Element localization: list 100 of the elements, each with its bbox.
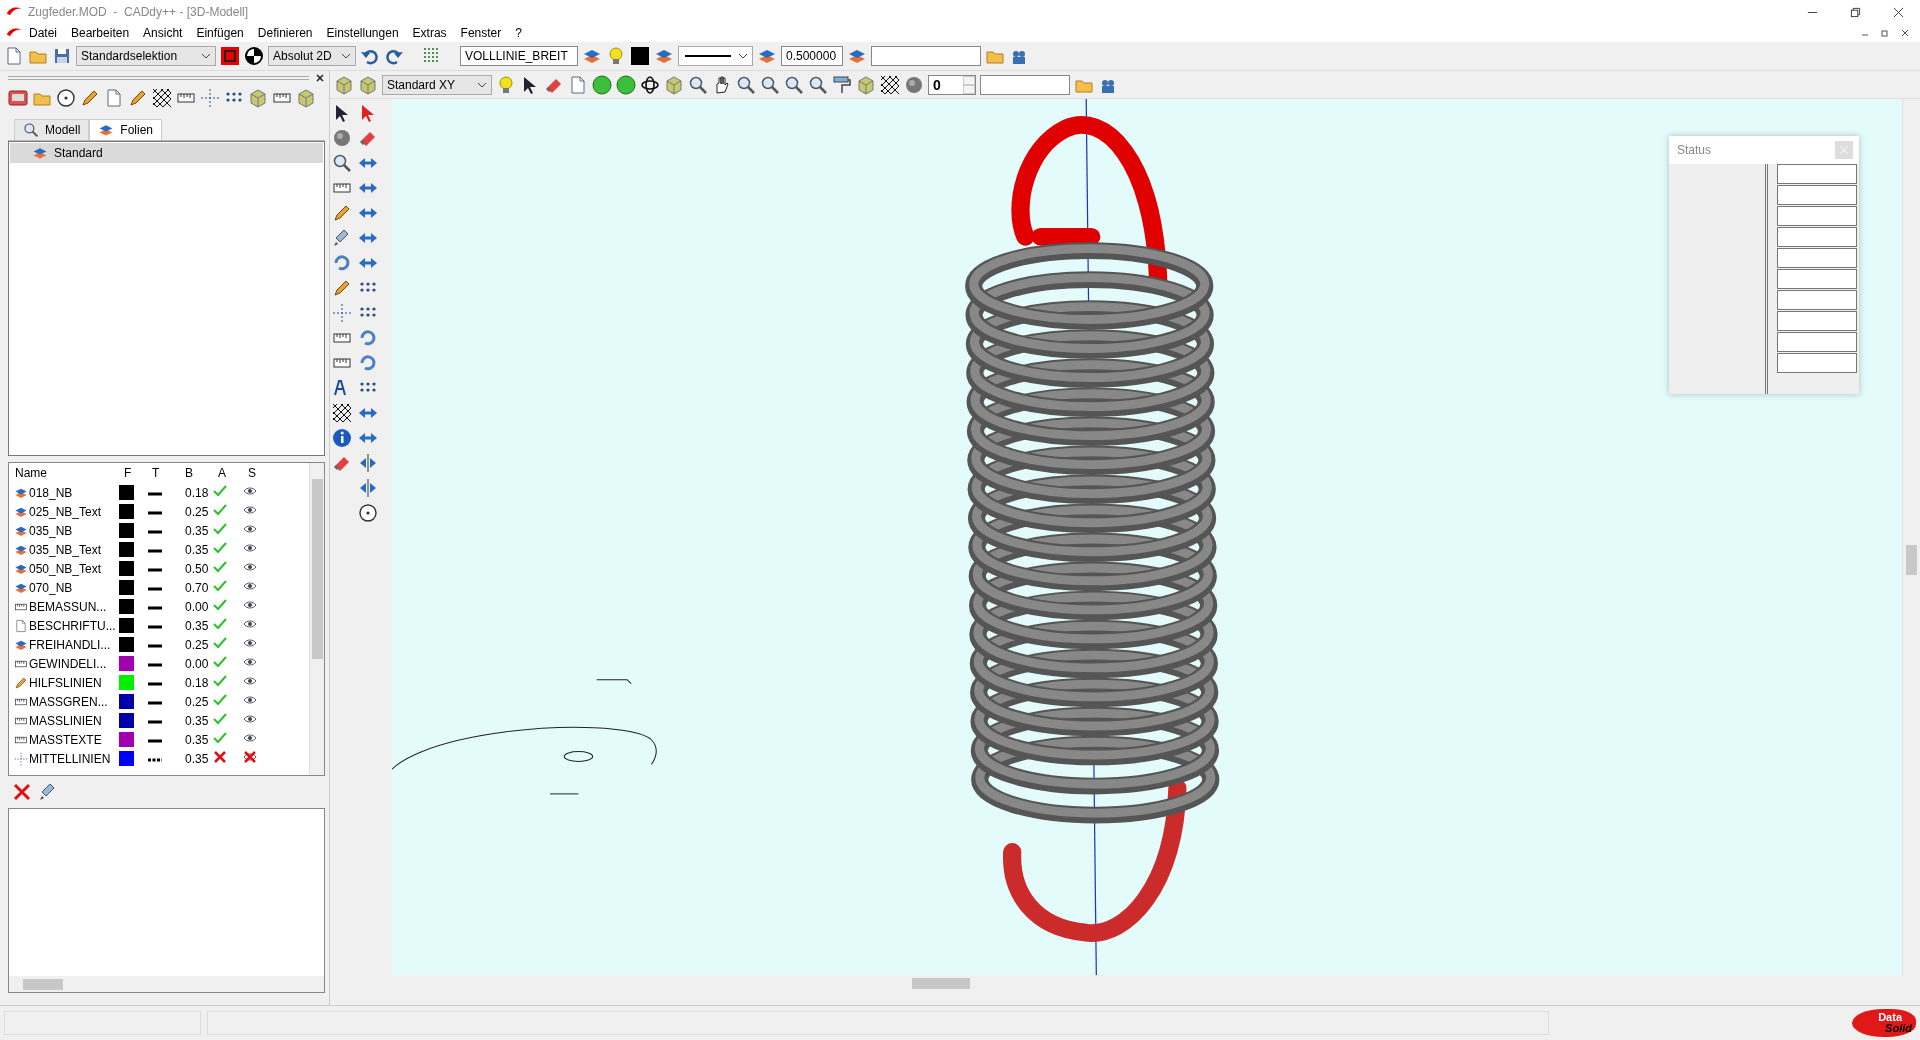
solid-line-icon[interactable] [147,528,163,535]
column-header[interactable]: Name [9,466,119,480]
counter-spinbox[interactable]: 0 [928,74,976,95]
mirror-icon[interactable] [358,478,378,498]
zoom-icon[interactable] [332,153,352,173]
pencil-icon[interactable] [332,278,352,298]
eye-icon[interactable] [243,541,257,555]
cube-icon[interactable] [664,74,684,95]
line-style-field[interactable]: VOLLLINIE_BREIT [460,46,578,66]
close-icon[interactable] [315,73,325,83]
menu-item[interactable]: ? [508,26,529,40]
panel-tab[interactable]: Modell [14,119,90,140]
eye-icon[interactable] [243,598,257,612]
color-swatch[interactable] [119,637,134,652]
layer-name[interactable]: MITTELLINIEN [29,751,111,766]
eye-icon[interactable] [243,655,257,669]
zoom-icon[interactable] [784,74,804,95]
solid-line-icon[interactable] [147,623,163,630]
paint-roller-icon[interactable] [832,74,852,95]
eye-icon[interactable] [243,579,257,593]
eye-icon[interactable] [243,522,257,536]
color-swatch-icon[interactable] [630,46,650,66]
dotted-line-icon[interactable] [147,756,163,763]
pencil-icon[interactable] [80,88,100,108]
solid-line-icon[interactable] [147,718,163,725]
lightbulb-icon[interactable] [606,46,626,66]
layer-name[interactable]: 025_NB_Text [29,504,102,519]
menu-item[interactable]: Datei [22,26,64,40]
zoom-icon[interactable] [736,74,756,95]
color-swatch[interactable] [119,694,134,709]
layer-name[interactable]: GEWINDELI... [29,656,107,671]
eye-icon[interactable] [243,484,257,498]
color-swatch[interactable] [119,713,134,728]
column-header[interactable]: F [119,466,147,480]
check-icon[interactable] [213,636,227,650]
solid-line-icon[interactable] [147,585,163,592]
solid-line-icon[interactable] [147,547,163,554]
close-icon[interactable] [1893,6,1904,18]
layer-name[interactable]: MASSLINIEN [29,713,102,728]
eye-icon[interactable] [243,636,257,650]
sphere-icon[interactable] [904,74,924,95]
tree-item[interactable]: Standard [10,143,323,163]
rotate-icon[interactable] [358,353,378,373]
lightbulb-icon[interactable] [496,74,516,95]
restore-icon[interactable] [1850,6,1861,18]
check-icon[interactable] [213,598,227,612]
menu-item[interactable]: Fenster [453,26,509,40]
color-swatch[interactable] [119,523,134,538]
rotate-icon[interactable] [332,253,352,273]
selection-mode-dropdown[interactable]: Standardselektion [76,46,216,66]
pencil-icon[interactable] [128,88,148,108]
cube-icon[interactable] [856,74,876,95]
check-icon[interactable] [213,693,227,707]
text-field[interactable] [871,46,981,66]
document-icon[interactable] [104,88,124,108]
target-icon[interactable] [56,88,76,108]
close-icon[interactable] [1900,28,1910,38]
color-swatch[interactable] [119,732,134,747]
color-swatch[interactable] [119,656,134,671]
layer-name[interactable]: BESCHRIFTU... [29,618,116,633]
eye-icon[interactable] [243,674,257,688]
mirror-icon[interactable] [358,453,378,473]
zoom-icon[interactable] [688,74,708,95]
layer-name[interactable]: BEMASSUN... [29,599,107,614]
solid-line-icon[interactable] [147,509,163,516]
solid-line-icon[interactable] [147,642,163,649]
solid-line-icon[interactable] [147,680,163,687]
hatch-icon[interactable] [152,88,172,108]
solid-line-icon[interactable] [147,737,163,744]
document-icon[interactable] [4,46,24,66]
target-icon[interactable] [358,503,378,523]
layer-name[interactable]: 018_NB [29,485,73,500]
check-icon[interactable] [213,503,227,517]
layer-manager-icon[interactable] [8,88,28,108]
color-swatch[interactable] [119,485,134,500]
check-icon[interactable] [213,579,227,593]
solid-line-icon[interactable] [147,604,163,611]
sphere-icon[interactable] [332,128,352,148]
pencil-icon[interactable] [332,203,352,223]
column-header[interactable]: T [147,466,179,480]
hatch-icon[interactable] [880,74,900,95]
panel-tab[interactable]: Folien [89,119,163,140]
column-header[interactable]: S [243,466,271,480]
check-icon[interactable] [213,560,227,574]
line-width-field[interactable]: 0.500000 [781,46,843,66]
info-icon[interactable] [332,428,352,448]
solid-line-icon[interactable] [147,699,163,706]
cube-icon[interactable] [248,88,268,108]
check-icon[interactable] [213,712,227,726]
eye-icon[interactable] [243,693,257,707]
menu-item[interactable]: Bearbeiten [64,26,137,40]
eye-icon[interactable] [243,712,257,726]
color-swatch[interactable] [119,751,134,766]
layer-name[interactable]: 070_NB [29,580,73,595]
document-icon[interactable] [568,74,588,95]
menu-item[interactable]: Definieren [250,26,320,40]
layer-name[interactable]: MASSTEXTE [29,732,102,747]
column-header[interactable]: B [179,466,213,480]
color-swatch[interactable] [119,599,134,614]
crossed-eye-icon[interactable] [243,750,257,764]
